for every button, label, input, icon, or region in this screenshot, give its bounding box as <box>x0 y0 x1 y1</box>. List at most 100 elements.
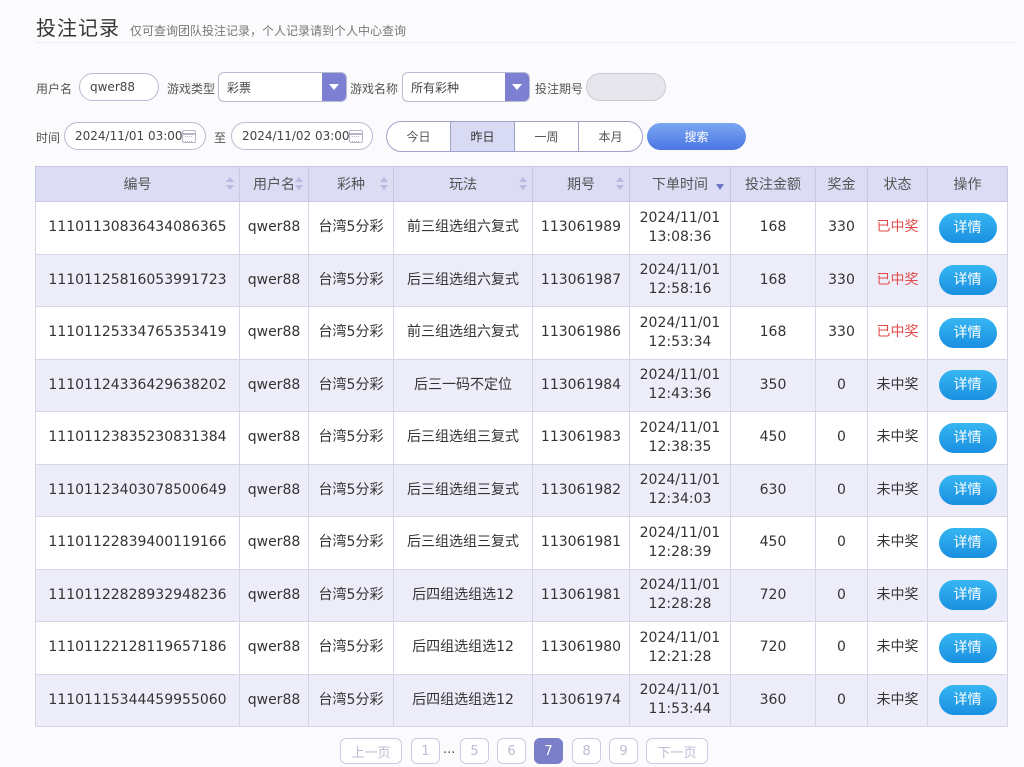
table-row: 11101122828932948236 qwer88 台湾5分彩 后四组选组选12 1… <box>35 568 1008 622</box>
order-clock-time: 13:08:36 <box>648 228 712 245</box>
prev-page-button[interactable]: 上一页 <box>340 738 402 764</box>
chevron-down-icon <box>322 73 346 101</box>
game-name-select[interactable]: 所有彩种 <box>402 72 530 102</box>
col-header-id[interactable]: 编号 <box>35 166 240 202</box>
detail-button[interactable]: 详情 <box>938 580 997 611</box>
start-time-input[interactable]: 2024/11/01 03:00 <box>64 122 206 150</box>
col-header-amount[interactable]: 投注金额 <box>730 166 816 202</box>
page-6-button[interactable]: 6 <box>497 738 526 764</box>
bet-records-table: 编号 用户名 彩种 玩法 期号 下单时间 投注金额 奖金 状态 操作 11101… <box>35 166 1008 727</box>
cell-bet-id: 11101122828932948236 <box>35 568 240 622</box>
cell-period: 113061974 <box>532 673 630 727</box>
cell-username: qwer88 <box>239 253 309 307</box>
cell-amount: 450 <box>730 411 816 465</box>
cell-status-text: 未中奖 <box>876 639 919 656</box>
table-row: 11101124336429638202 qwer88 台湾5分彩 后三一码不定位 11… <box>35 358 1008 412</box>
detail-button[interactable]: 详情 <box>938 422 997 453</box>
col-header-action-label: 操作 <box>953 177 982 193</box>
cell-username: qwer88 <box>239 411 309 465</box>
cell-amount: 168 <box>730 306 816 360</box>
detail-button[interactable]: 详情 <box>938 265 997 296</box>
order-clock-time: 11:53:44 <box>648 701 712 718</box>
search-button[interactable]: 搜索 <box>647 123 746 150</box>
page-subtitle: 仅可查询团队投注记录，个人记录请到个人中心查询 <box>130 24 407 38</box>
page-1-button[interactable]: 1 <box>411 738 440 764</box>
detail-button[interactable]: 详情 <box>938 685 997 716</box>
cell-play-type: 后四组选组选12 <box>393 621 533 675</box>
cell-amount: 360 <box>730 673 816 727</box>
cell-bonus: 330 <box>815 201 868 255</box>
end-time-value: 2024/11/02 03:00 <box>242 129 350 143</box>
cell-period: 113061987 <box>532 253 630 307</box>
cell-status: 未中奖 <box>867 463 928 517</box>
cell-period-text: 113061984 <box>540 376 622 393</box>
cell-lottery-text: 台湾5分彩 <box>318 219 384 236</box>
cell-status: 未中奖 <box>867 568 928 622</box>
page-7-button-current[interactable]: 7 <box>534 738 563 764</box>
cell-period: 113061981 <box>532 516 630 570</box>
cell-bet-id: 11101122128119657186 <box>35 621 240 675</box>
cell-status-text: 未中奖 <box>876 481 919 498</box>
page-8-button[interactable]: 8 <box>572 738 601 764</box>
cell-bet-id-text: 11101122839400119166 <box>48 534 227 551</box>
cell-play-type-text: 后三一码不定位 <box>414 376 512 393</box>
cell-lottery: 台湾5分彩 <box>308 306 394 360</box>
sort-icon <box>295 177 303 193</box>
game-type-select[interactable]: 彩票 <box>218 72 347 102</box>
sort-icon <box>519 177 527 193</box>
page-5-button[interactable]: 5 <box>460 738 489 764</box>
order-clock-time: 12:38:35 <box>648 438 712 455</box>
cell-action: 详情 <box>927 306 1008 360</box>
username-input[interactable]: qwer88 <box>79 73 159 101</box>
col-header-bonus[interactable]: 奖金 <box>815 166 868 202</box>
range-week-button[interactable]: 一周 <box>514 122 578 151</box>
range-today-button[interactable]: 今日 <box>387 122 450 151</box>
cell-action: 详情 <box>927 516 1008 570</box>
cell-play-type: 后四组选组选12 <box>393 673 533 727</box>
cell-order-time: 2024/11/01 12:58:16 <box>629 253 731 307</box>
col-header-user[interactable]: 用户名 <box>239 166 309 202</box>
range-yesterday-button[interactable]: 昨日 <box>450 122 514 151</box>
cell-bet-id: 11101125816053991723 <box>35 253 240 307</box>
cell-bonus: 0 <box>815 358 868 412</box>
cell-status-text: 已中奖 <box>876 324 919 341</box>
detail-button[interactable]: 详情 <box>938 475 997 506</box>
cell-bet-id: 11101115344459955060 <box>35 673 240 727</box>
cell-play-type-text: 后三组选组三复式 <box>407 429 519 446</box>
order-clock-time: 12:28:28 <box>648 596 712 613</box>
col-header-play[interactable]: 玩法 <box>393 166 533 202</box>
cell-bonus: 0 <box>815 463 868 517</box>
cell-amount: 720 <box>730 621 816 675</box>
detail-button[interactable]: 详情 <box>938 632 997 663</box>
cell-period-text: 113061989 <box>540 219 622 236</box>
end-time-input[interactable]: 2024/11/02 03:00 <box>231 122 373 150</box>
cell-lottery: 台湾5分彩 <box>308 201 394 255</box>
page-9-button[interactable]: 9 <box>609 738 638 764</box>
cell-lottery-text: 台湾5分彩 <box>318 586 384 603</box>
detail-button[interactable]: 详情 <box>938 370 997 401</box>
detail-button[interactable]: 详情 <box>938 212 997 243</box>
cell-username-text: qwer88 <box>247 376 301 393</box>
cell-username-text: qwer88 <box>247 271 301 288</box>
period-input[interactable] <box>586 73 666 101</box>
col-header-period[interactable]: 期号 <box>532 166 630 202</box>
col-header-lottery[interactable]: 彩种 <box>308 166 394 202</box>
col-header-order-time[interactable]: 下单时间 <box>629 166 731 202</box>
cell-status: 未中奖 <box>867 411 928 465</box>
range-month-button[interactable]: 本月 <box>578 122 642 151</box>
cell-amount-text: 450 <box>759 429 787 446</box>
start-time-value: 2024/11/01 03:00 <box>75 129 183 143</box>
sort-desc-icon <box>716 184 724 190</box>
detail-button[interactable]: 详情 <box>938 527 997 558</box>
cell-bet-id-text: 11101123403078500649 <box>48 481 227 498</box>
detail-button[interactable]: 详情 <box>938 317 997 348</box>
cell-bonus-text: 0 <box>837 586 846 603</box>
cell-amount: 630 <box>730 463 816 517</box>
cell-action: 详情 <box>927 201 1008 255</box>
cell-status: 未中奖 <box>867 516 928 570</box>
next-page-button[interactable]: 下一页 <box>646 738 708 764</box>
cell-bonus-text: 0 <box>837 534 846 551</box>
col-header-action: 操作 <box>927 166 1008 202</box>
cell-play-type: 后三一码不定位 <box>393 358 533 412</box>
cell-bonus-text: 0 <box>837 376 846 393</box>
